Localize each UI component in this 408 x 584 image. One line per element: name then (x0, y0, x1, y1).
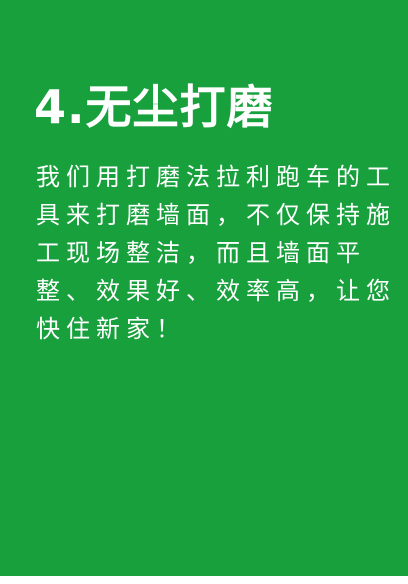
description-line-4: 整、效果好、效率高，让您 (36, 277, 396, 305)
description-line-2: 具来打磨墙面，不仅保持施 (36, 201, 396, 229)
description: 我们用打磨法拉利跑车的工 具来打磨墙面，不仅保持施 工现场整洁，而且墙面平 整、… (36, 158, 396, 348)
card: 4.无尘打磨 我们用打磨法拉利跑车的工 具来打磨墙面，不仅保持施 工现场整洁，而… (0, 0, 408, 584)
description-line-3: 工现场整洁，而且墙面平 (36, 239, 366, 267)
description-line-5: 快住新家！ (36, 315, 186, 343)
page-title: 4.无尘打磨 (34, 80, 274, 134)
description-line-1: 我们用打磨法拉利跑车的工 (36, 163, 396, 191)
